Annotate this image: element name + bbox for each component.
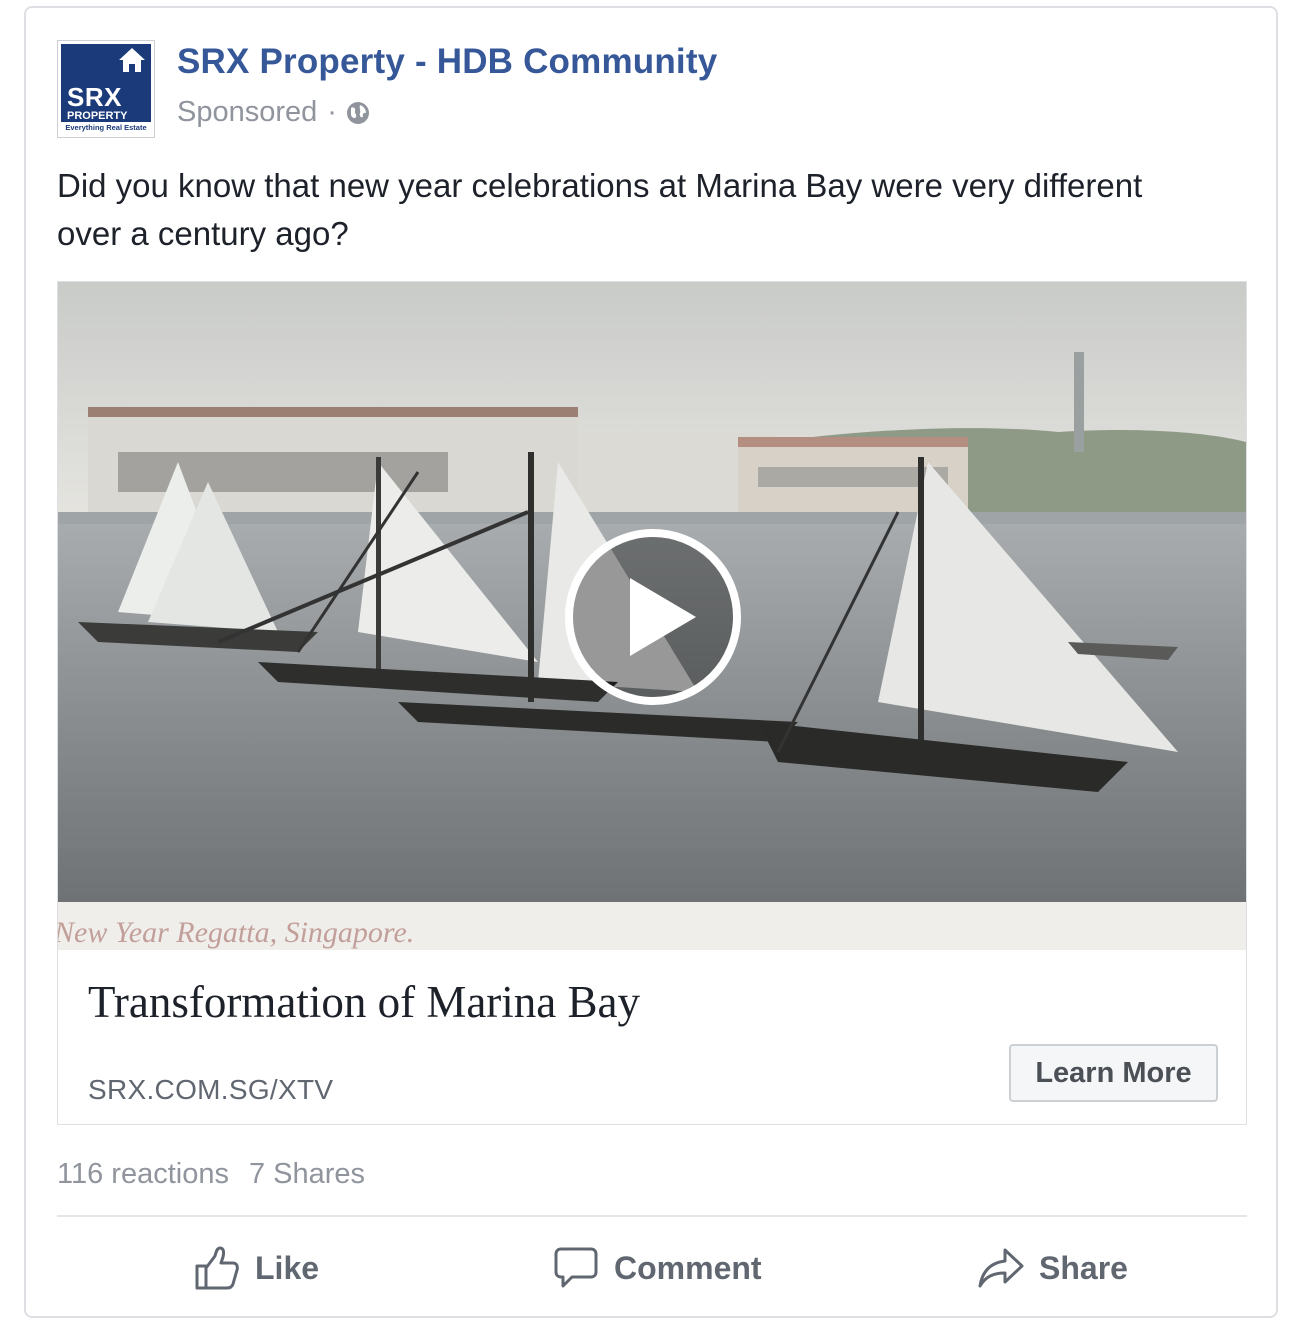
share-icon bbox=[978, 1248, 1024, 1288]
like-button[interactable]: Like bbox=[193, 1240, 319, 1296]
meta-separator: · bbox=[327, 96, 337, 128]
comment-icon bbox=[554, 1247, 598, 1288]
page-name-link[interactable]: SRX Property - HDB Community bbox=[177, 42, 717, 82]
page-avatar[interactable]: SRX PROPERTY Everything Real Estate bbox=[57, 40, 155, 138]
play-icon[interactable] bbox=[564, 528, 742, 706]
share-label: Share bbox=[1039, 1249, 1128, 1286]
action-bar: Like Comment Share bbox=[57, 1240, 1247, 1296]
share-button[interactable]: Share bbox=[977, 1240, 1128, 1296]
post-meta: Sponsored · bbox=[177, 96, 371, 129]
post-text: Did you know that new year celebrations … bbox=[57, 167, 1143, 252]
logo-sub: PROPERTY bbox=[67, 110, 128, 122]
link-attachment[interactable]: New Year Regatta, Singapore. Transformat… bbox=[57, 281, 1247, 1125]
logo-tagline: Everything Real Estate bbox=[61, 122, 151, 134]
video-caption: New Year Regatta, Singapore. bbox=[58, 916, 414, 949]
logo-text: SRX bbox=[67, 82, 122, 112]
house-icon bbox=[119, 48, 145, 72]
learn-more-button[interactable]: Learn More bbox=[1009, 1044, 1218, 1102]
sponsored-label[interactable]: Sponsored bbox=[177, 96, 317, 129]
like-label: Like bbox=[255, 1249, 320, 1286]
shares-count[interactable]: 7 Shares bbox=[249, 1158, 365, 1191]
post-stats: 116 reactions 7 Shares bbox=[57, 1158, 365, 1191]
thumbs-up-icon bbox=[195, 1246, 239, 1290]
divider bbox=[57, 1215, 1247, 1217]
srx-logo: SRX PROPERTY Everything Real Estate bbox=[61, 44, 151, 134]
sponsored-post: SRX PROPERTY Everything Real Estate SRX … bbox=[24, 6, 1278, 1318]
link-domain: SRX.COM.SG/XTV bbox=[88, 1074, 334, 1105]
comment-label: Comment bbox=[614, 1249, 762, 1286]
comment-button[interactable]: Comment bbox=[552, 1240, 762, 1296]
reactions-count[interactable]: 116 reactions bbox=[57, 1158, 229, 1191]
link-title[interactable]: Transformation of Marina Bay bbox=[88, 976, 640, 1028]
globe-icon[interactable] bbox=[345, 100, 371, 126]
video-thumbnail[interactable]: New Year Regatta, Singapore. bbox=[58, 282, 1246, 950]
